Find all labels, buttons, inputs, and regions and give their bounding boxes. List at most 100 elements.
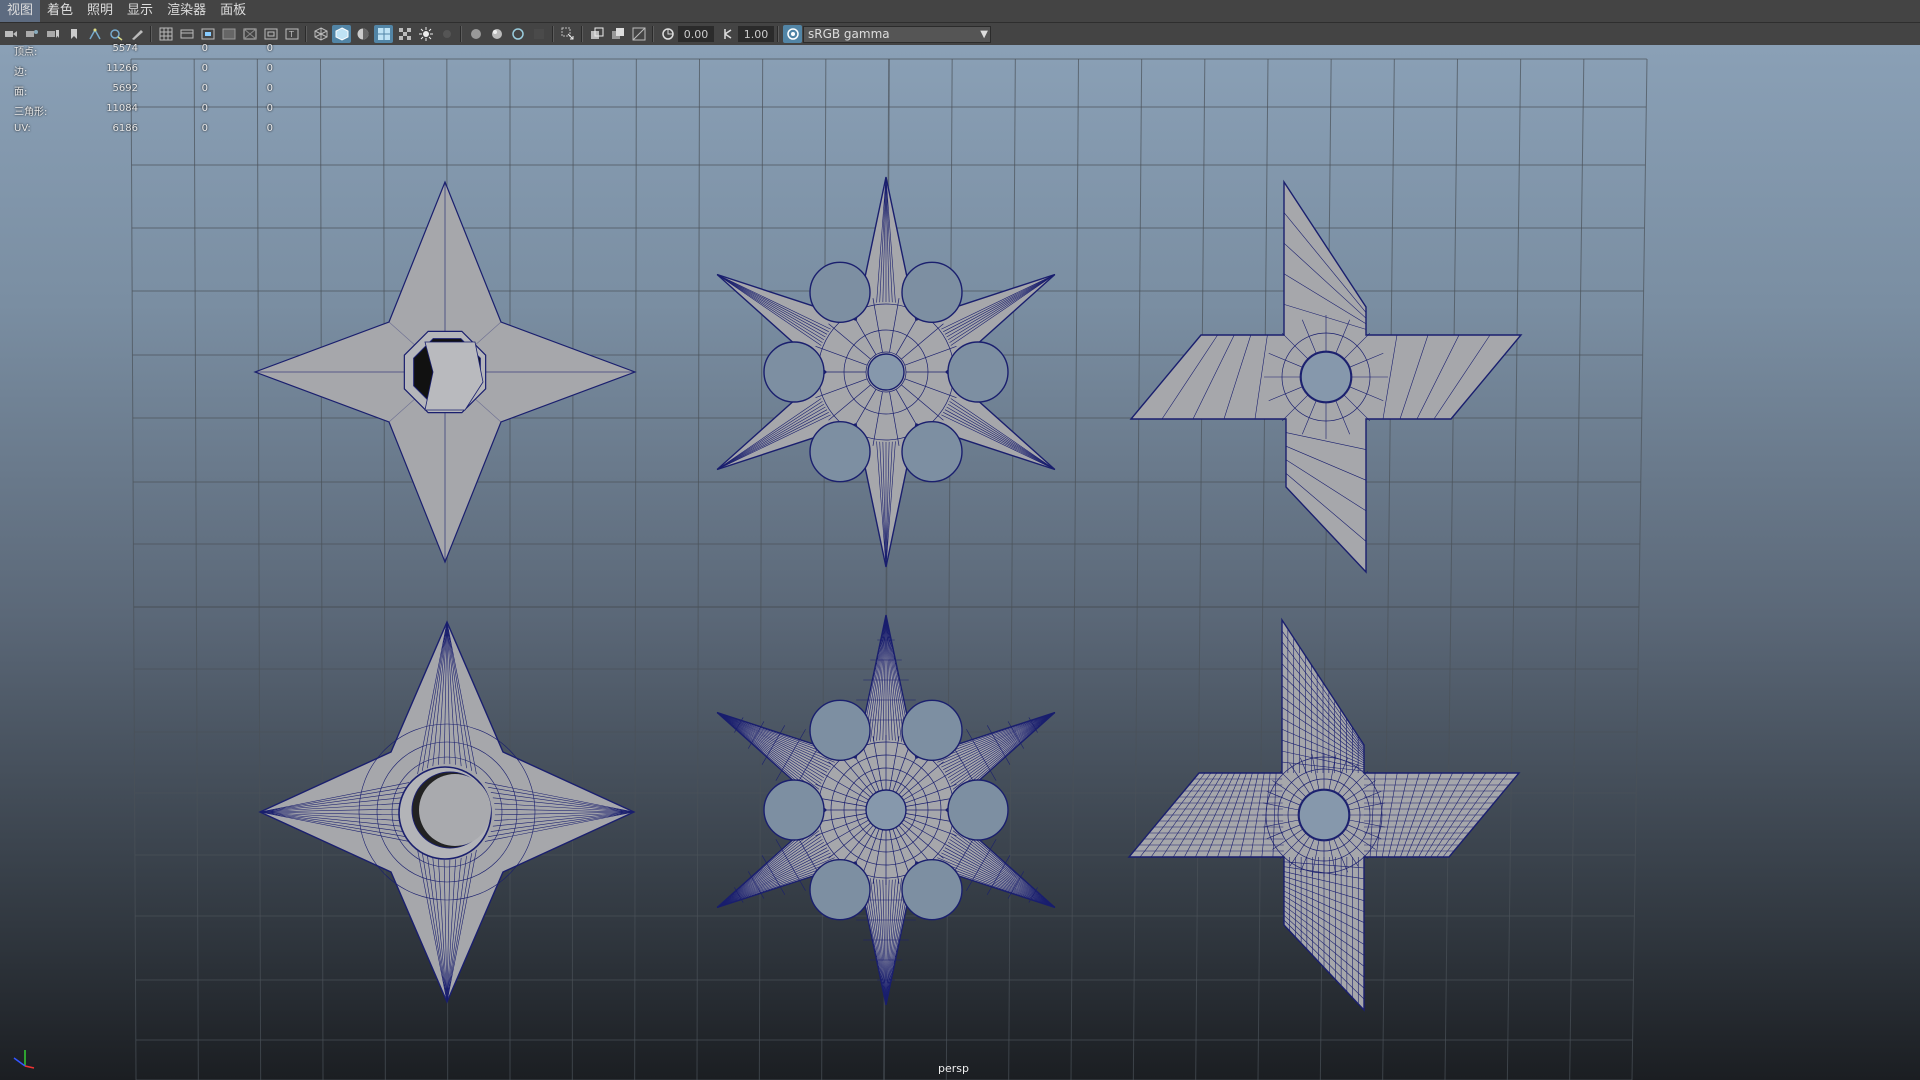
hud-label: 三角形:	[14, 107, 48, 118]
menu-panels[interactable]: 面板	[213, 0, 253, 22]
gamma-icon[interactable]	[718, 25, 737, 43]
hud-row-uvs: UV: 6186 0 0	[14, 123, 284, 143]
hud-value: 6186	[112, 123, 138, 134]
xray-active-icon[interactable]	[608, 25, 627, 43]
mesh-notch	[809, 261, 871, 324]
mesh-notch	[947, 779, 1009, 841]
hud-value: 5574	[112, 43, 138, 54]
hud-row-tris: 三角形: 11084 0 0	[14, 103, 284, 123]
hud-value: 0	[201, 103, 208, 114]
hud-value: 0	[266, 103, 273, 114]
toolbar-separator	[581, 26, 583, 42]
color-space-value: sRGB gamma	[808, 27, 890, 41]
mesh-notch	[763, 779, 825, 841]
mesh-notch	[809, 699, 871, 762]
color-space-dropdown[interactable]: sRGB gamma ▼	[803, 25, 991, 43]
screen-space-ao-icon[interactable]	[437, 25, 456, 43]
menu-shading[interactable]: 着色	[40, 0, 80, 22]
default-material-icon[interactable]	[353, 25, 372, 43]
chevron-down-icon: ▼	[980, 28, 988, 40]
menu-lighting[interactable]: 照明	[80, 0, 120, 22]
gate-mask-icon[interactable]	[219, 25, 238, 43]
viewport-panel[interactable]	[0, 45, 1920, 1080]
shadows-icon[interactable]	[416, 25, 435, 43]
toolbar-separator	[305, 26, 307, 42]
camera-attributes-icon[interactable]	[22, 25, 41, 43]
safe-title-icon[interactable]: T	[282, 25, 301, 43]
backface-culling-icon[interactable]	[629, 25, 648, 43]
hud-value: 11084	[106, 103, 138, 114]
toolbar-separator	[652, 26, 654, 42]
shuriken-pinwheel-lowpoly	[1129, 179, 1523, 574]
toolbar-separator	[552, 26, 554, 42]
hud-value: 11266	[106, 63, 138, 74]
exposure-field[interactable]: 0.00	[678, 26, 714, 42]
mesh-notch	[763, 341, 825, 403]
hud-value: 0	[266, 43, 273, 54]
mesh-hole	[867, 353, 905, 391]
mesh-notch	[809, 420, 871, 483]
hud-label: 边:	[14, 67, 28, 78]
mesh-hole	[865, 789, 907, 831]
mesh-hole	[1298, 789, 1350, 841]
svg-text:T: T	[288, 30, 294, 39]
view-axis-icon	[8, 1044, 38, 1074]
hud-value: 5692	[112, 83, 138, 94]
xray-joints-icon[interactable]	[587, 25, 606, 43]
mesh-hole	[419, 774, 491, 846]
grid-icon[interactable]	[156, 25, 175, 43]
hud-value: 0	[266, 123, 273, 134]
mesh-notch	[947, 341, 1009, 403]
menu-view[interactable]: 视图	[0, 0, 41, 22]
mesh-notch	[901, 858, 963, 921]
scene-canvas[interactable]	[0, 45, 1920, 1080]
wireframe-icon[interactable]	[311, 25, 330, 43]
textured-icon[interactable]	[374, 25, 393, 43]
smooth-shade-icon[interactable]	[332, 25, 351, 43]
hud-row-edges: 边: 11266 0 0	[14, 63, 284, 83]
menu-renderer[interactable]: 渲染器	[160, 0, 213, 22]
toolbar-separator	[460, 26, 462, 42]
shuriken-models	[253, 176, 1523, 1012]
image-plane-icon[interactable]	[64, 25, 83, 43]
hud-row-verts: 顶点: 5574 0 0	[14, 43, 284, 63]
xray-icon[interactable]	[529, 25, 548, 43]
hud-value: 0	[201, 43, 208, 54]
shuriken-6pt-lowpoly	[716, 176, 1056, 568]
mesh-hole	[1300, 351, 1352, 403]
isolate-select-icon[interactable]	[558, 25, 577, 43]
bookmark-icon[interactable]	[43, 25, 62, 43]
hud-value: 0	[266, 63, 273, 74]
film-gate-icon[interactable]	[177, 25, 196, 43]
menu-show[interactable]: 显示	[120, 0, 160, 22]
hud-value: 0	[201, 123, 208, 134]
panel-toolbar: T 0.00 1.00 sRGB gamma ▼	[0, 23, 1920, 46]
grid-snap-icon[interactable]	[85, 25, 104, 43]
maya-viewport-window: 视图 着色 照明 显示 渲染器 面板 T 0.00 1.00 sRGB gamm…	[0, 0, 1920, 1080]
toolbar-separator	[777, 26, 779, 42]
hud-label: 顶点:	[14, 47, 38, 58]
grease-pencil-icon[interactable]	[127, 25, 146, 43]
gamma-field[interactable]: 1.00	[738, 26, 774, 42]
motion-blur-icon[interactable]	[466, 25, 485, 43]
poly-count-hud: 顶点: 5574 0 0 边: 11266 0 0 面: 5692 0 0 三角形: 11084 0 0…	[14, 43, 284, 143]
safe-action-icon[interactable]	[261, 25, 280, 43]
use-all-lights-icon[interactable]	[395, 25, 414, 43]
resolution-gate-icon[interactable]	[198, 25, 217, 43]
pan-zoom-icon[interactable]	[106, 25, 125, 43]
mesh-notch	[901, 261, 963, 324]
shuriken-4pt-lowpoly	[253, 180, 637, 564]
select-camera-icon[interactable]	[1, 25, 20, 43]
camera-name-label: persp	[938, 1062, 969, 1075]
panel-menubar: 视图 着色 照明 显示 渲染器 面板	[0, 0, 1920, 23]
hud-value: 0	[266, 83, 273, 94]
field-chart-icon[interactable]	[240, 25, 259, 43]
exposure-icon[interactable]	[658, 25, 677, 43]
hud-label: 面:	[14, 87, 28, 98]
color-management-icon[interactable]	[783, 25, 802, 43]
anti-aliasing-icon[interactable]	[487, 25, 506, 43]
toolbar-separator	[150, 26, 152, 42]
hud-row-faces: 面: 5692 0 0	[14, 83, 284, 103]
depth-of-field-icon[interactable]	[508, 25, 527, 43]
hud-value: 0	[201, 83, 208, 94]
